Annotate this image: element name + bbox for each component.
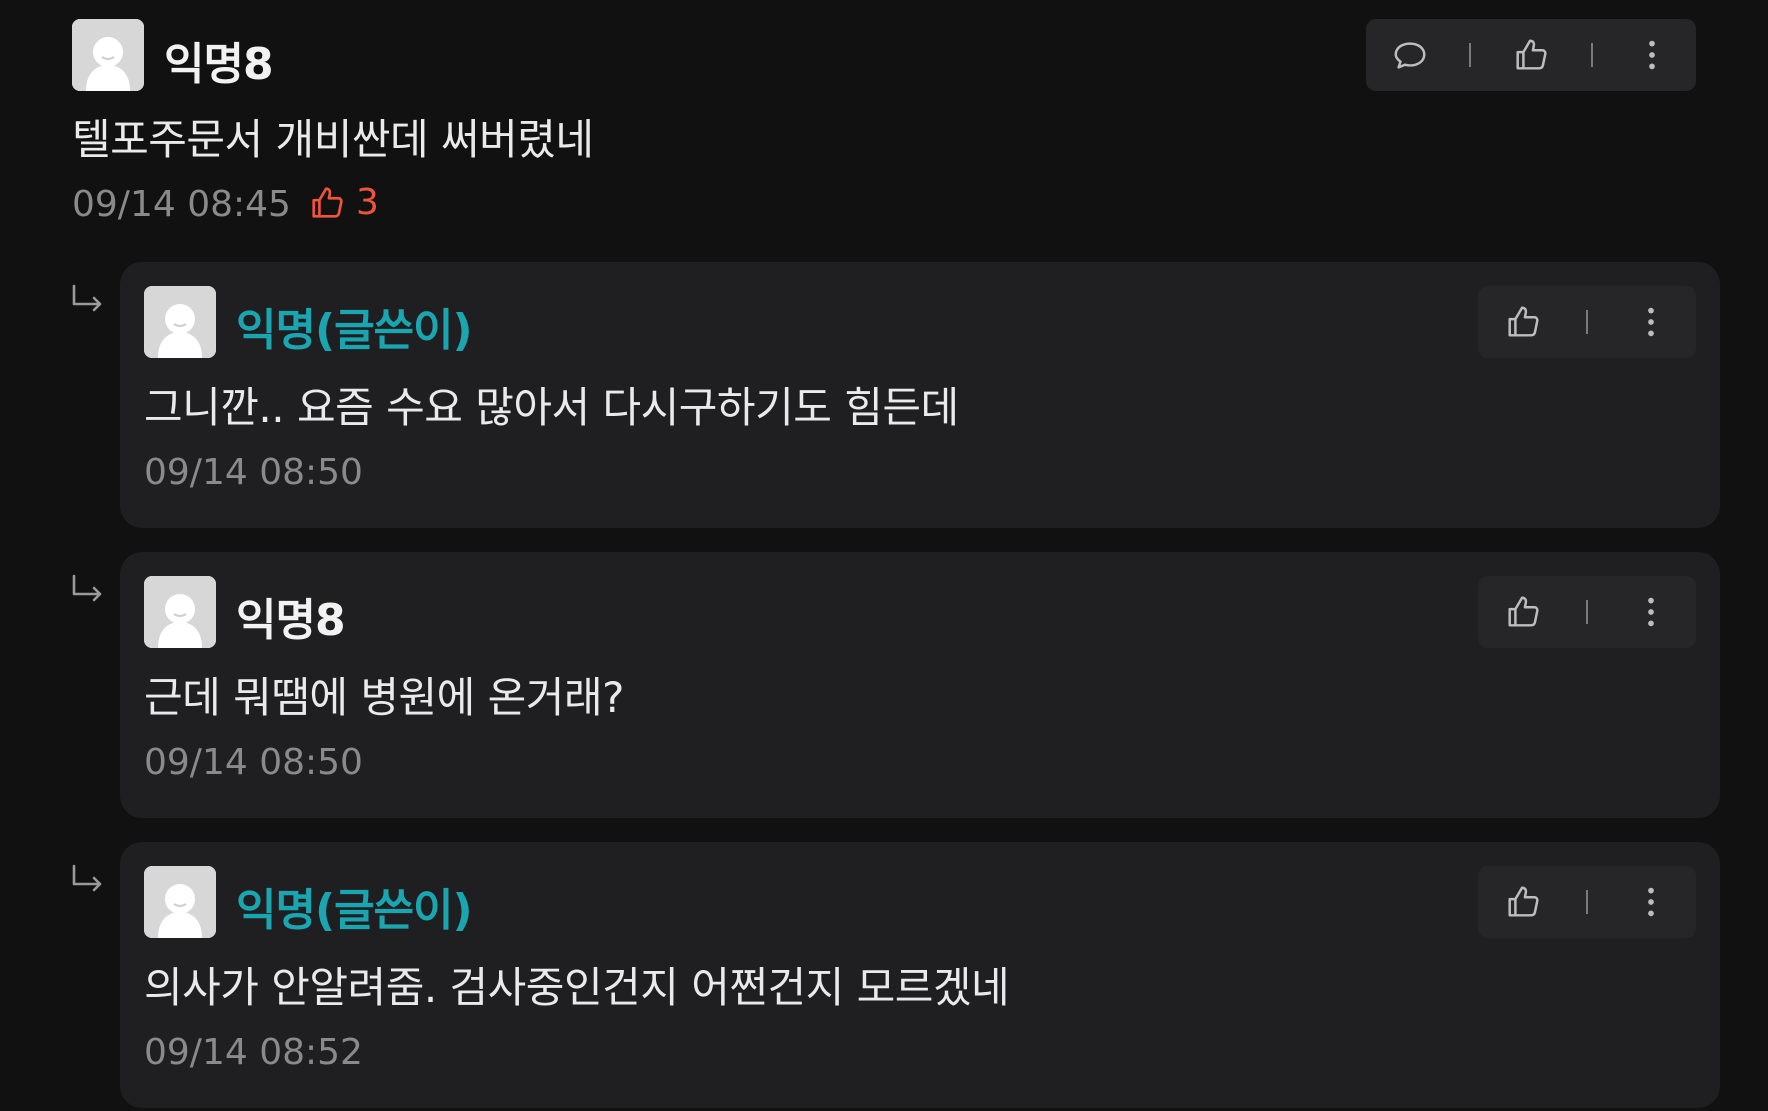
reply-action-bar [1478, 866, 1696, 938]
like-button[interactable] [1503, 27, 1559, 83]
more-vertical-icon [1647, 307, 1654, 337]
separator [1590, 43, 1593, 67]
anonymous-avatar-icon [144, 576, 216, 648]
more-button[interactable] [1623, 874, 1679, 930]
more-vertical-icon [1649, 40, 1656, 70]
reply-author: 익명(글쓴이) [236, 305, 473, 356]
comment-author: 익명8 [164, 39, 274, 90]
comment-thread: 익명8 텔포주문서 개비싼데 써버렸네 09/14 08:45 3 익명(글쓴이… [0, 0, 1768, 1111]
reply-body: 그니깐.. 요즘 수요 많아서 다시구하기도 힘든데 [144, 383, 959, 432]
more-vertical-icon [1647, 887, 1654, 917]
reply-body: 근데 뭐땜에 병원에 온거래? [144, 673, 624, 722]
anonymous-avatar-icon [72, 19, 144, 91]
anonymous-avatar-icon [144, 866, 216, 938]
reply-action-bar [1478, 576, 1696, 648]
thumbs-up-icon [312, 186, 343, 218]
thumbs-up-icon [1516, 39, 1547, 70]
reply-action-bar [1478, 286, 1696, 358]
reply-arrow-icon [72, 864, 102, 892]
reply-card: 익명(글쓴이) 의사가 안알려줌. 검사중인건지 어쩐건지 모르겠네 09/14… [120, 842, 1720, 1108]
like-button[interactable] [1495, 294, 1551, 350]
avatar[interactable] [144, 286, 216, 358]
reply-card: 익명(글쓴이) 그니깐.. 요즘 수요 많아서 다시구하기도 힘든데 09/14… [120, 262, 1720, 528]
avatar[interactable] [72, 19, 144, 91]
separator [1585, 890, 1588, 914]
thumbs-up-icon [1508, 306, 1539, 337]
anonymous-avatar-icon [144, 286, 216, 358]
comment-action-bar [1366, 19, 1696, 91]
like-count: 3 [308, 182, 379, 223]
reply-author: 익명(글쓴이) [236, 885, 473, 936]
more-button[interactable] [1623, 294, 1679, 350]
reply-timestamp: 09/14 08:52 [144, 1032, 363, 1073]
reply-author: 익명8 [236, 595, 346, 646]
like-count-value: 3 [356, 182, 379, 223]
reply-icon [1394, 42, 1426, 69]
more-button[interactable] [1624, 27, 1680, 83]
reply-arrow-icon [72, 284, 102, 312]
avatar[interactable] [144, 576, 216, 648]
separator [1469, 43, 1472, 67]
comment-body: 텔포주문서 개비싼데 써버렸네 [72, 115, 594, 164]
reply-body: 의사가 안알려줌. 검사중인건지 어쩐건지 모르겠네 [144, 963, 1010, 1012]
reply-timestamp: 09/14 08:50 [144, 452, 363, 493]
avatar[interactable] [144, 866, 216, 938]
reply-timestamp: 09/14 08:50 [144, 742, 363, 783]
comment-timestamp: 09/14 08:45 [72, 184, 291, 225]
separator [1585, 600, 1588, 624]
like-button[interactable] [1495, 874, 1551, 930]
more-vertical-icon [1647, 597, 1654, 627]
more-button[interactable] [1623, 584, 1679, 640]
comment: 익명8 텔포주문서 개비싼데 써버렸네 09/14 08:45 3 [72, 18, 1696, 248]
separator [1585, 310, 1588, 334]
reply-button[interactable] [1382, 27, 1438, 83]
reply-card: 익명8 근데 뭐땜에 병원에 온거래? 09/14 08:50 [120, 552, 1720, 818]
thumbs-up-icon [1508, 596, 1539, 627]
reply-arrow-icon [72, 574, 102, 602]
thumbs-up-icon [1508, 886, 1539, 917]
like-button[interactable] [1495, 584, 1551, 640]
